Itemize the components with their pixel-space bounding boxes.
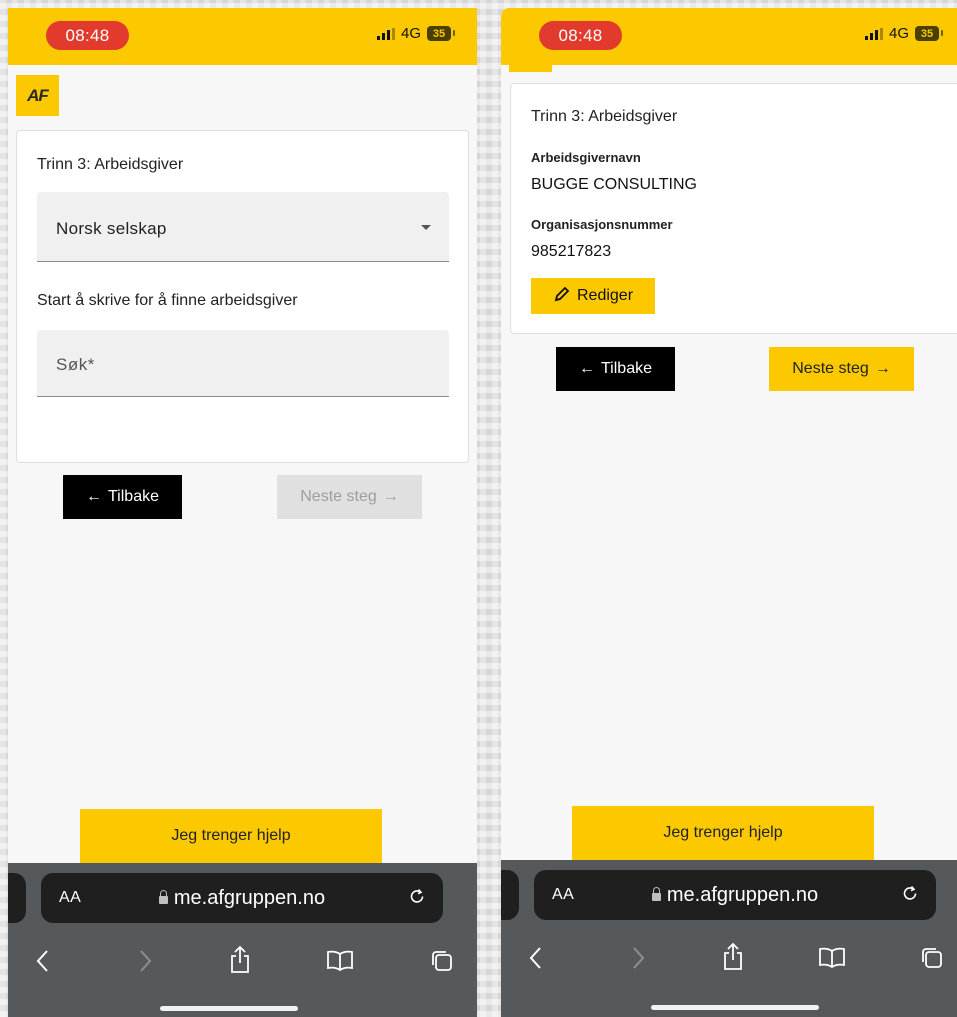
status-bar: 08:48 4G 35	[501, 8, 957, 65]
employer-summary-card: Trinn 3: Arbeidsgiver Arbeidsgivernavn B…	[510, 83, 957, 334]
org-number-value: 985217823	[531, 243, 612, 260]
cellular-signal-icon	[376, 27, 395, 40]
text-size-button[interactable]: AA	[59, 889, 81, 907]
lock-icon	[158, 890, 168, 904]
forward-nav-icon[interactable]	[134, 946, 158, 976]
employer-step-card: Trinn 3: Arbeidsgiver Norsk selskap Star…	[16, 130, 469, 463]
browser-chrome: AA me.afgruppen.no	[501, 860, 957, 1017]
address-bar[interactable]: AA me.afgruppen.no	[41, 873, 443, 923]
next-step-label: Neste steg	[792, 360, 869, 377]
step-title: Trinn 3: Arbeidsgiver	[37, 156, 184, 173]
next-step-button[interactable]: Neste steg →	[277, 475, 422, 519]
share-icon[interactable]	[227, 943, 253, 977]
forward-nav-icon[interactable]	[627, 943, 651, 973]
edit-button[interactable]: Rediger	[531, 278, 655, 314]
back-nav-icon[interactable]	[523, 943, 547, 973]
af-logo[interactable]: AF	[16, 75, 59, 116]
help-button[interactable]: Jeg trenger hjelp	[572, 806, 874, 860]
bookmarks-icon[interactable]	[817, 944, 847, 972]
status-indicators: 4G 35	[376, 25, 455, 42]
reload-icon[interactable]	[900, 883, 920, 908]
tabs-icon[interactable]	[427, 947, 457, 975]
url-text: me.afgruppen.no	[666, 883, 819, 906]
phone-screen-right: 08:48 4G 35 Trinn 3: Arbeidsgiver Arbeid…	[501, 8, 957, 1017]
battery-icon: 35	[427, 26, 455, 41]
company-type-value: Norsk selskap	[56, 219, 167, 238]
dropdown-caret-icon	[421, 225, 431, 230]
arrow-left-icon: ←	[579, 360, 595, 377]
status-bar: 08:48 4G 35	[8, 8, 477, 65]
employer-name-label: Arbeidsgivernavn	[531, 150, 641, 165]
url-display: me.afgruppen.no	[534, 884, 936, 907]
cellular-signal-icon	[864, 27, 883, 40]
pencil-icon	[553, 285, 571, 308]
back-nav-icon[interactable]	[30, 946, 54, 976]
bookmarks-icon[interactable]	[325, 947, 355, 975]
af-logo[interactable]	[509, 65, 552, 72]
battery-level: 35	[920, 27, 934, 40]
battery-level: 35	[432, 27, 446, 40]
company-type-select[interactable]: Norsk selskap	[37, 192, 449, 262]
employer-name-value: BUGGE CONSULTING	[531, 176, 697, 193]
arrow-right-icon: →	[382, 488, 399, 505]
employer-search-input[interactable]: Søk*	[37, 330, 449, 397]
url-text: me.afgruppen.no	[173, 886, 326, 909]
arrow-right-icon: →	[874, 360, 891, 377]
status-time: 08:48	[46, 21, 129, 50]
lock-icon	[651, 887, 661, 901]
arrow-left-icon: ←	[86, 488, 102, 505]
help-button[interactable]: Jeg trenger hjelp	[80, 809, 382, 863]
status-indicators: 4G 35	[864, 25, 943, 42]
network-type: 4G	[400, 25, 421, 42]
home-indicator	[651, 1005, 819, 1010]
next-step-label: Neste steg	[300, 488, 377, 505]
previous-tab-preview[interactable]	[501, 870, 519, 920]
back-button-label: Tilbake	[601, 360, 652, 377]
home-indicator	[160, 1006, 298, 1011]
search-placeholder: Søk*	[56, 355, 95, 374]
text-size-button[interactable]: AA	[552, 886, 574, 904]
reload-icon[interactable]	[407, 886, 427, 911]
status-time: 08:48	[539, 21, 622, 50]
org-number-label: Organisasjonsnummer	[531, 217, 673, 232]
address-bar[interactable]: AA me.afgruppen.no	[534, 870, 936, 920]
back-button-label: Tilbake	[108, 488, 159, 505]
previous-tab-preview[interactable]	[8, 873, 26, 923]
url-display: me.afgruppen.no	[41, 887, 443, 910]
phone-screen-left: 08:48 4G 35 AF Trinn 3: Arbeidsgiver Nor…	[8, 8, 477, 1017]
back-button[interactable]: ← Tilbake	[556, 347, 675, 391]
search-hint: Start å skrive for å finne arbeidsgiver	[37, 292, 298, 309]
back-button[interactable]: ← Tilbake	[63, 475, 182, 519]
network-type: 4G	[888, 25, 909, 42]
battery-icon: 35	[915, 26, 943, 41]
next-step-button[interactable]: Neste steg →	[769, 347, 914, 391]
share-icon[interactable]	[720, 940, 746, 974]
edit-button-label: Rediger	[576, 287, 634, 304]
browser-chrome: AA me.afgruppen.no	[8, 863, 477, 1017]
step-title: Trinn 3: Arbeidsgiver	[531, 108, 678, 125]
tabs-icon[interactable]	[917, 944, 947, 972]
